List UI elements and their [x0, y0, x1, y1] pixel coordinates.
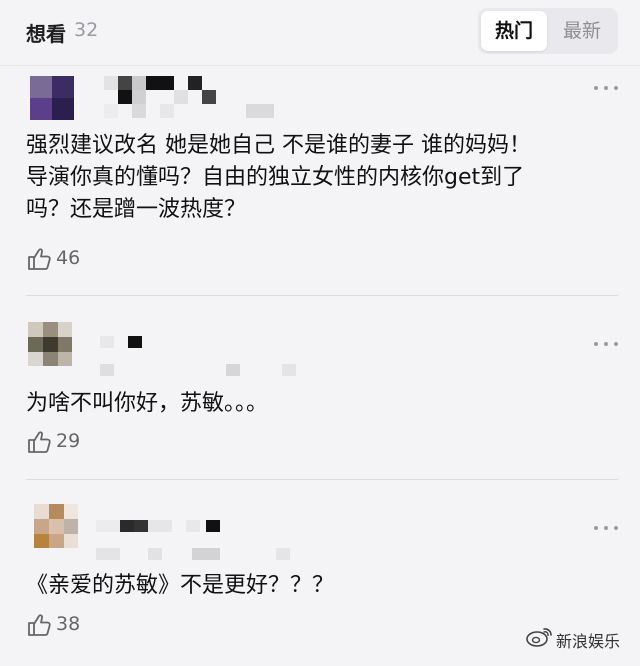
comment-count: 32 [74, 19, 99, 41]
thumbs-up-icon [28, 248, 51, 270]
avatar[interactable] [34, 504, 78, 548]
tab-latest[interactable]: 最新 [549, 11, 615, 51]
tab-hot[interactable]: 热门 [481, 11, 547, 51]
comment-item: 为啥不叫你好，苏敏。。。 29 [0, 296, 640, 480]
comment-text: 强烈建议改名 她是她自己 不是谁的妻子 谁的妈妈！ 导演你真的懂吗？自由的独立女… [26, 133, 531, 222]
like-count: 29 [56, 430, 81, 452]
avatar[interactable] [28, 322, 72, 366]
avatar[interactable] [30, 76, 74, 120]
thumbs-up-icon [28, 431, 51, 453]
comment-text: 为啥不叫你好，苏敏。。。 [26, 391, 269, 416]
more-options-icon[interactable] [594, 84, 618, 92]
comment-item: 强烈建议改名 她是她自己 不是谁的妻子 谁的妈妈！ 导演你真的懂吗？自由的独立女… [0, 66, 640, 296]
comment-text: 《亲爱的苏敏》不是更好？？？ [26, 573, 335, 598]
more-options-icon[interactable] [594, 524, 618, 532]
like-count: 46 [56, 247, 81, 269]
more-options-icon[interactable] [594, 340, 618, 348]
watermark: 新浪娱乐 [520, 626, 620, 651]
header-title: 想看 [26, 22, 66, 46]
comments-header: 想看 32 热门 最新 [0, 0, 640, 66]
sort-segmented-control: 热门 最新 [478, 8, 618, 54]
like-count: 38 [56, 613, 81, 635]
thumbs-up-icon [28, 614, 51, 636]
weibo-icon [526, 628, 552, 647]
watermark-text: 新浪娱乐 [555, 632, 620, 651]
